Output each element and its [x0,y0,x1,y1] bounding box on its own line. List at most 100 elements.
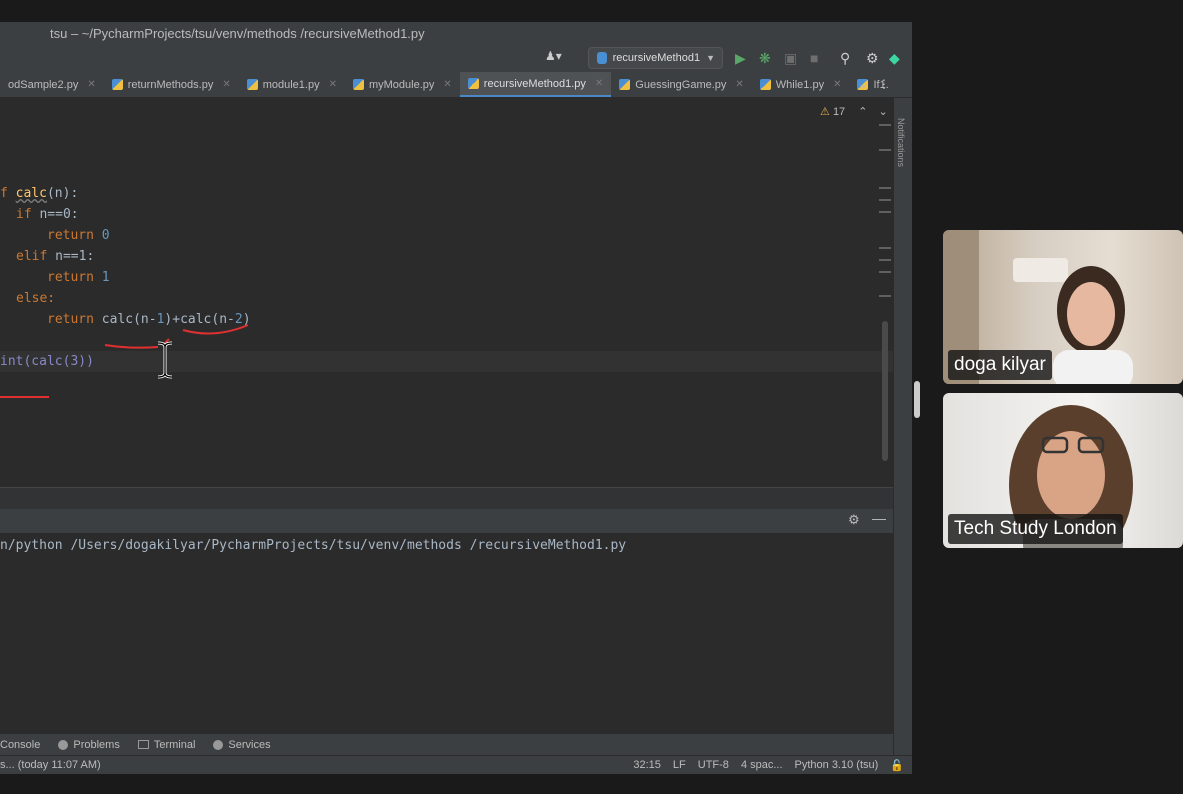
editor-tab[interactable]: myModule.py ✕ [345,72,460,97]
window-title-bar: tsu – ~/PycharmProjects/tsu/venv/methods… [0,22,912,44]
chevron-down-icon: ▼ [706,53,715,63]
editor-tab[interactable]: While1.py ✕ [752,72,850,97]
debug-icon[interactable]: ❋ [759,50,771,67]
editor-scrollbar[interactable] [882,321,888,461]
coverage-icon[interactable]: ▣ [784,50,797,67]
code-line: if n==0: [16,207,79,222]
status-message[interactable]: s... (today 11:07 AM) [0,759,101,771]
run-panel-header: ⚙ — [0,509,893,533]
python-interpreter[interactable]: Python 3.10 (tsu) [795,759,879,772]
scroll-marker [879,259,891,261]
main-toolbar: ♟▾ recursiveMethod1 ▼ ▶ ❋ ▣ ■ ⚲ ⚙ ◆ [0,44,912,72]
lock-icon[interactable]: 🔓 [890,759,904,772]
tool-window-bar: Console Problems Terminal Services [0,733,893,755]
close-icon[interactable]: ✕ [87,79,95,90]
tool-terminal[interactable]: Terminal [137,739,195,751]
status-bar: s... (today 11:07 AM) 32:15 LF UTF-8 4 s… [0,755,912,774]
tool-problems[interactable]: Problems [58,739,120,751]
code-line: int(calc(3)) [0,354,94,369]
participant-video[interactable]: Tech Study London [943,393,1183,548]
tab-label: returnMethods.py [127,78,214,91]
python-file-icon [759,79,771,90]
editor-tab[interactable]: recursiveMethod1.py ✕ [459,72,612,97]
gear-icon[interactable]: ⚙ [866,50,879,67]
annotation-underline [104,344,159,349]
gear-icon[interactable]: ⚙ [848,512,860,528]
services-icon [213,739,224,750]
tab-label: GuessingGame.py [635,78,727,91]
close-icon[interactable]: ✕ [222,79,230,90]
code-line: elif n==1: [16,249,95,264]
code-line: return 0 [47,228,110,243]
current-line-highlight [0,351,893,372]
tool-console[interactable]: Console [0,739,40,751]
participant-name: Tech Study London [948,514,1123,544]
editor-tabs: odSample2.py ✕ returnMethods.py ✕ module1.py… [0,72,912,98]
code-line: f calc(n): [0,186,79,201]
minimize-icon[interactable]: — [872,510,886,526]
run-icon[interactable]: ▶ [735,50,746,67]
stop-icon[interactable]: ■ [810,50,818,66]
pycharm-window: tsu – ~/PycharmProjects/tsu/venv/methods… [0,22,912,774]
annotation-stroke [162,338,170,346]
python-config-icon [597,52,607,64]
inspection-widget[interactable]: ⚠ 17 ⌃ ⌄ [820,105,888,118]
file-encoding[interactable]: UTF-8 [698,759,729,772]
run-configuration-select[interactable]: recursiveMethod1 ▼ [588,47,723,69]
close-icon[interactable]: ✕ [443,79,451,90]
scroll-marker [879,271,891,273]
tab-label: recursiveMethod1.py [483,77,586,90]
tab-overflow-controls[interactable]: ⌄ ⋮ [858,77,890,91]
python-file-icon [467,78,479,89]
close-icon[interactable]: ✕ [833,79,841,90]
scroll-marker [879,247,891,249]
scroll-marker [879,211,891,213]
participant-video[interactable]: doga kilyar [943,230,1183,384]
indent-setting[interactable]: 4 spac... [741,759,783,772]
scroll-marker [879,149,891,151]
chevron-down-icon[interactable]: ⌄ [879,106,888,118]
tab-label: myModule.py [368,78,435,91]
python-file-icon [352,79,364,90]
terminal-icon [137,740,149,749]
notifications-tab[interactable]: Notifications [896,118,906,167]
jetbrains-ai-icon[interactable]: ◆ [889,50,900,67]
run-console[interactable]: n/python /Users/dogakilyar/PycharmProjec… [0,533,893,755]
panel-splitter[interactable] [0,487,893,509]
code-line: else: [16,291,56,306]
python-file-icon [619,79,631,90]
close-icon[interactable]: ✕ [329,79,337,90]
caret-position[interactable]: 32:15 [633,759,661,772]
code-editor[interactable]: ⚠ 17 ⌃ ⌄ f calc(n): if n==0: return 0 el… [0,99,893,487]
video-panel-resize-handle[interactable] [914,381,920,418]
warnings-count: 17 [832,106,846,118]
line-separator[interactable]: LF [673,759,686,772]
scroll-marker [879,295,891,297]
code-line: return 1 [47,270,110,285]
scroll-marker [879,199,891,201]
python-file-icon [246,79,258,90]
participant-name: doga kilyar [948,350,1052,380]
problems-icon [58,739,69,750]
editor-tab[interactable]: odSample2.py ✕ [0,72,104,97]
run-configuration-label: recursiveMethod1 [612,52,701,64]
warning-icon: ⚠ [820,106,830,118]
editor-tab[interactable]: module1.py ✕ [239,72,345,97]
tool-services[interactable]: Services [213,739,271,751]
console-command-line: n/python /Users/dogakilyar/PycharmProjec… [0,538,627,553]
search-icon[interactable]: ⚲ [840,50,850,67]
close-icon[interactable]: ✕ [595,78,603,89]
chevron-up-icon[interactable]: ⌃ [858,106,867,118]
right-tool-sidebar: Notifications [893,98,912,774]
user-icon[interactable]: ♟▾ [545,49,562,63]
close-icon[interactable]: ✕ [735,79,743,90]
tab-label: odSample2.py [8,78,79,91]
tab-label: While1.py [775,78,825,91]
scroll-marker [879,124,891,126]
scroll-marker [879,187,891,189]
editor-tab[interactable]: returnMethods.py ✕ [104,72,239,97]
tab-label: module1.py [262,78,320,91]
editor-tab[interactable]: GuessingGame.py ✕ [611,72,752,97]
code-line: return calc(n-1)+calc(n-2) [47,312,251,327]
window-title: tsu – ~/PycharmProjects/tsu/venv/methods… [50,25,425,41]
